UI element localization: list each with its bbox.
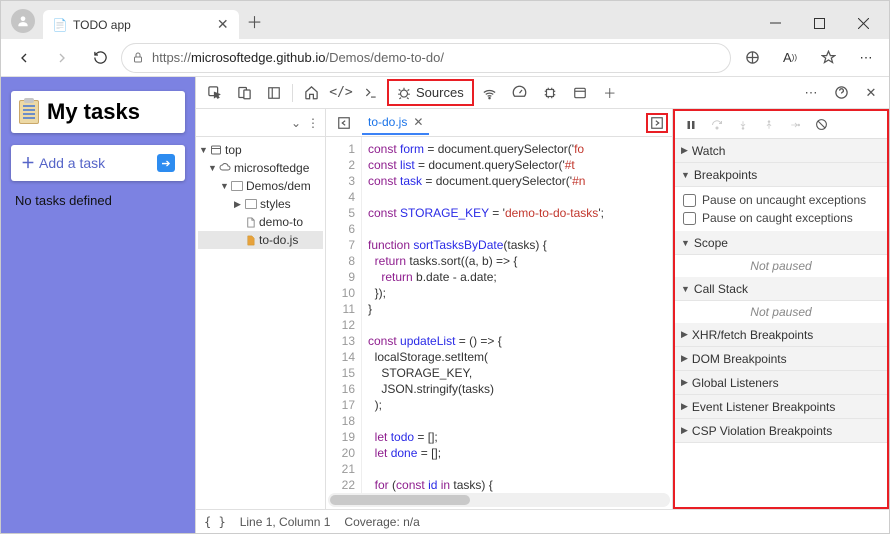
- empty-state: No tasks defined: [11, 193, 185, 208]
- nav-tab-more-icon[interactable]: ⋮: [307, 116, 319, 130]
- add-task-button[interactable]: ＋Add a task ➔: [11, 145, 185, 181]
- page-title: My tasks: [11, 91, 185, 133]
- nav-tab-chevron-icon[interactable]: ⌄: [291, 116, 301, 130]
- more-files-icon[interactable]: [646, 113, 668, 133]
- tracking-button[interactable]: [735, 43, 769, 73]
- callstack-panel[interactable]: ▼Call Stack: [675, 277, 887, 301]
- url-path: /Demos/demo-to-do/: [325, 50, 444, 65]
- tab-title: TODO app: [73, 18, 131, 32]
- step-button: [783, 114, 807, 136]
- submit-icon[interactable]: ➔: [157, 154, 175, 172]
- pause-caught-checkbox[interactable]: Pause on caught exceptions: [683, 209, 879, 227]
- pause-uncaught-checkbox[interactable]: Pause on uncaught exceptions: [683, 191, 879, 209]
- dock-icon[interactable]: [260, 80, 288, 106]
- read-aloud-button[interactable]: A)): [773, 43, 807, 73]
- favorite-button[interactable]: [811, 43, 845, 73]
- sources-tab[interactable]: Sources: [387, 79, 474, 106]
- menu-button[interactable]: ⋯: [849, 43, 883, 73]
- inspect-icon[interactable]: [200, 80, 228, 106]
- scope-panel[interactable]: ▼Scope: [675, 231, 887, 255]
- line-gutter: 123456789101112131415161718192021222324: [326, 137, 362, 493]
- application-icon[interactable]: [566, 80, 594, 106]
- memory-icon[interactable]: [536, 80, 564, 106]
- elements-icon[interactable]: </>: [327, 80, 355, 106]
- step-out-button: [757, 114, 781, 136]
- close-devtools-icon[interactable]: ✕: [857, 80, 885, 106]
- address-bar[interactable]: https://microsoftedge.github.io/Demos/de…: [121, 43, 731, 73]
- welcome-icon[interactable]: [297, 80, 325, 106]
- tree-folder[interactable]: ▼Demos/dem: [198, 177, 323, 195]
- close-file-icon[interactable]: ✕: [413, 115, 423, 129]
- pause-button[interactable]: [679, 114, 703, 136]
- help-icon[interactable]: [827, 80, 855, 106]
- browser-tab[interactable]: 📄 TODO app ✕: [43, 10, 239, 39]
- close-window-button[interactable]: [841, 7, 885, 39]
- performance-icon[interactable]: [506, 80, 534, 106]
- lock-icon: [132, 51, 144, 64]
- editor-tab[interactable]: to-do.js ✕: [362, 111, 429, 135]
- watch-panel[interactable]: ▶Watch: [675, 139, 887, 163]
- profile-avatar[interactable]: [11, 9, 35, 33]
- xhr-panel[interactable]: ▶XHR/fetch Breakpoints: [675, 323, 887, 347]
- console-icon[interactable]: [357, 80, 385, 106]
- status-position: Line 1, Column 1: [240, 515, 331, 529]
- debugger-panel: ▶Watch ▼Breakpoints Pause on uncaught ex…: [673, 109, 889, 509]
- global-panel[interactable]: ▶Global Listeners: [675, 371, 887, 395]
- maximize-button[interactable]: [797, 7, 841, 39]
- dom-panel[interactable]: ▶DOM Breakpoints: [675, 347, 887, 371]
- csp-panel[interactable]: ▶CSP Violation Breakpoints: [675, 419, 887, 443]
- more-tabs-button[interactable]: ＋: [596, 80, 624, 106]
- devtools-panel: </> Sources ＋ ⋯ ✕ ⌄ ⋮: [195, 77, 889, 533]
- clipboard-icon: [19, 100, 39, 124]
- device-icon[interactable]: [230, 80, 258, 106]
- bug-icon: [397, 86, 411, 100]
- tree-top[interactable]: ▼top: [198, 141, 323, 159]
- file-nav-icon[interactable]: [330, 110, 358, 136]
- status-coverage: Coverage: n/a: [344, 515, 419, 529]
- tree-file-html[interactable]: ▶demo-to: [198, 213, 323, 231]
- settings-menu-icon[interactable]: ⋯: [797, 80, 825, 106]
- url-host: microsoftedge.github.io: [191, 50, 325, 65]
- page-content: My tasks ＋Add a task ➔ No tasks defined: [1, 77, 195, 533]
- step-over-button: [705, 114, 729, 136]
- network-icon[interactable]: [476, 80, 504, 106]
- event-panel[interactable]: ▶Event Listener Breakpoints: [675, 395, 887, 419]
- code-area[interactable]: const form = document.querySelector('foc…: [362, 137, 672, 493]
- minimize-button[interactable]: [753, 7, 797, 39]
- step-into-button: [731, 114, 755, 136]
- tree-file-js[interactable]: ▶to-do.js: [198, 231, 323, 249]
- brackets-icon[interactable]: { }: [204, 515, 226, 529]
- scope-not-paused: Not paused: [675, 255, 887, 277]
- tree-subfolder[interactable]: ▶styles: [198, 195, 323, 213]
- breakpoints-panel[interactable]: ▼Breakpoints: [675, 163, 887, 187]
- deactivate-breakpoints-button[interactable]: [809, 114, 833, 136]
- close-tab-icon[interactable]: ✕: [217, 16, 229, 33]
- horizontal-scrollbar[interactable]: [328, 493, 670, 507]
- forward-button: [45, 43, 79, 73]
- back-button[interactable]: [7, 43, 41, 73]
- callstack-not-paused: Not paused: [675, 301, 887, 323]
- tree-origin[interactable]: ▼microsoftedge: [198, 159, 323, 177]
- tab-favicon: 📄: [53, 18, 67, 32]
- new-tab-button[interactable]: ＋: [247, 9, 263, 33]
- url-prefix: https://: [152, 50, 191, 65]
- refresh-button[interactable]: [83, 43, 117, 73]
